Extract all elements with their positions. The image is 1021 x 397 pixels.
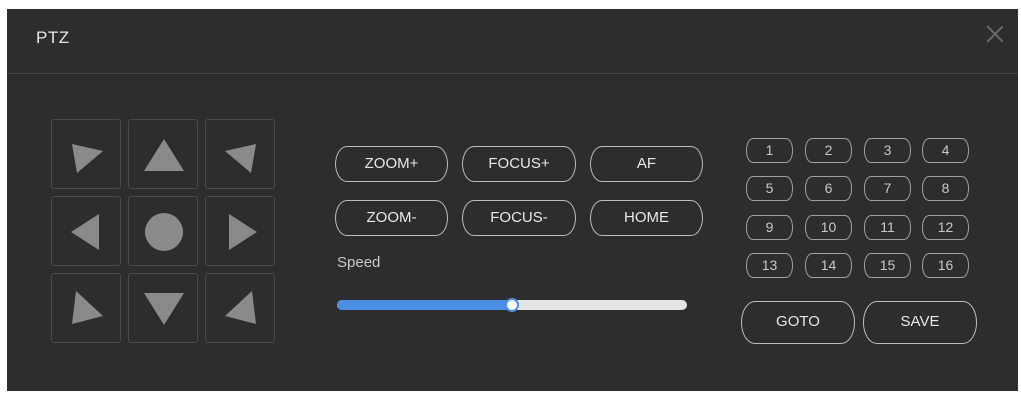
arrow-left-icon [71, 214, 99, 250]
preset-button[interactable]: 7 [864, 176, 911, 201]
arrow-up-right-icon [225, 144, 256, 173]
preset-button[interactable]: 6 [805, 176, 852, 201]
preset-button[interactable]: 8 [922, 176, 969, 201]
preset-button[interactable]: 13 [746, 253, 793, 278]
focus-in-button[interactable]: FOCUS+ [462, 146, 576, 182]
center-stop-button[interactable] [128, 196, 198, 266]
speed-slider[interactable] [337, 298, 687, 312]
arrow-up-icon [144, 139, 184, 171]
title-bar: PTZ [7, 9, 1018, 74]
arrow-down-right-icon [225, 291, 256, 324]
direction-pad [51, 119, 275, 343]
preset-button[interactable]: 11 [864, 215, 911, 240]
speed-slider-thumb[interactable] [505, 298, 519, 312]
save-button[interactable]: SAVE [863, 301, 977, 344]
home-button[interactable]: HOME [590, 200, 703, 236]
preset-button[interactable]: 16 [922, 253, 969, 278]
preset-button[interactable]: 3 [864, 138, 911, 163]
preset-button[interactable]: 4 [922, 138, 969, 163]
preset-button[interactable]: 12 [922, 215, 969, 240]
preset-button[interactable]: 14 [805, 253, 852, 278]
stop-circle-icon [145, 213, 183, 251]
pan-up-right-button[interactable] [205, 119, 275, 189]
goto-button[interactable]: GOTO [741, 301, 855, 344]
pan-left-button[interactable] [51, 196, 121, 266]
preset-button[interactable]: 15 [864, 253, 911, 278]
preset-button[interactable]: 2 [805, 138, 852, 163]
autofocus-button[interactable]: AF [590, 146, 703, 182]
pan-down-button[interactable] [128, 273, 198, 343]
pan-down-left-button[interactable] [51, 273, 121, 343]
arrow-down-left-icon [72, 291, 103, 324]
close-icon[interactable] [984, 23, 1006, 45]
preset-button[interactable]: 1 [746, 138, 793, 163]
pan-up-button[interactable] [128, 119, 198, 189]
preset-button[interactable]: 5 [746, 176, 793, 201]
pan-down-right-button[interactable] [205, 273, 275, 343]
zoom-in-button[interactable]: ZOOM+ [335, 146, 448, 182]
focus-out-button[interactable]: FOCUS- [462, 200, 576, 236]
zoom-out-button[interactable]: ZOOM- [335, 200, 448, 236]
dialog-title: PTZ [36, 28, 70, 47]
arrow-right-icon [229, 214, 257, 250]
preset-button[interactable]: 9 [746, 215, 793, 240]
arrow-up-left-icon [72, 144, 103, 173]
speed-slider-fill [337, 300, 512, 310]
pan-right-button[interactable] [205, 196, 275, 266]
speed-label: Speed [337, 254, 381, 271]
pan-up-left-button[interactable] [51, 119, 121, 189]
preset-button[interactable]: 10 [805, 215, 852, 240]
arrow-down-icon [144, 293, 184, 325]
